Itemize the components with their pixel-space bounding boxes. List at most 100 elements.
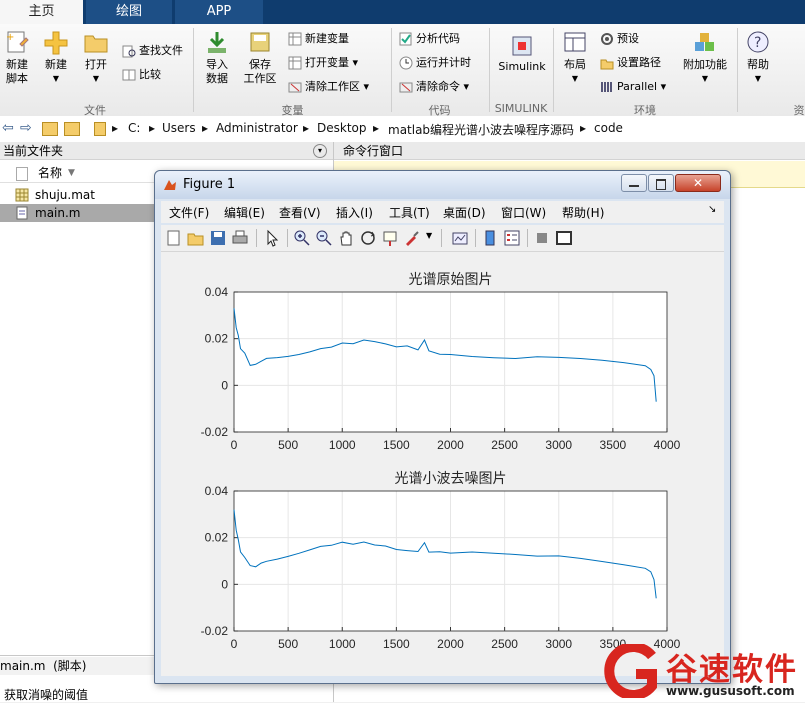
analyze-code-icon [399,32,412,46]
open-file-icon[interactable] [187,229,205,247]
y-tick-label: 0.04 [205,285,229,299]
import-data-label: 导入 数据 [206,58,228,85]
layout-button[interactable]: 布局 ▼ [559,30,591,86]
zoom-out-icon[interactable] [315,229,333,247]
pan-hand-icon[interactable] [337,229,355,247]
save-workspace-icon [250,32,270,52]
set-path-button[interactable]: 设置路径 [600,54,661,72]
menu-view[interactable]: 查看(V) [279,204,321,221]
panel-menu-icon[interactable]: ▾ [313,144,327,158]
y-tick-label: -0.02 [201,624,229,638]
compare-icon [122,69,136,81]
x-tick-label: 2500 [491,438,518,452]
pointer-icon[interactable] [263,229,281,247]
parallel-button[interactable]: Parallel ▾ [600,78,666,96]
menu-tools[interactable]: 工具(T) [389,204,430,221]
breadcrumb-item[interactable]: Desktop [317,121,367,135]
group-divider [489,28,490,112]
simulink-button[interactable]: Simulink [495,34,549,74]
file-name: main.m [35,206,81,220]
save-icon[interactable] [209,229,227,247]
chevron-down-icon[interactable]: ▼ [426,231,432,240]
rotate-3d-icon[interactable] [359,229,377,247]
x-tick-label: 1000 [329,438,356,452]
save-workspace-button[interactable]: 保存 工作区 [240,30,280,86]
compare-button[interactable]: 比较 [122,66,161,84]
save-workspace-label: 保存 工作区 [243,58,277,85]
new-script-button[interactable]: + 新建 脚本 [2,30,32,86]
watermark-text: 谷速软件 [666,652,798,688]
menu-window[interactable]: 窗口(W) [501,204,546,221]
breadcrumb-sep: ▸ [202,121,209,135]
data-cursor-icon[interactable] [381,229,399,247]
clear-workspace-button[interactable]: 清除工作区 ▾ [288,78,369,96]
open-variable-button[interactable]: 打开变量 ▾ [288,54,358,72]
find-files-button[interactable]: 查找文件 [122,42,183,60]
folder-open-icon [84,35,108,53]
clear-commands-button[interactable]: 清除命令 ▾ [399,78,469,96]
new-figure-icon[interactable] [165,229,183,247]
tab-home[interactable]: 主页 [0,0,83,24]
up-folder-icon[interactable] [42,122,58,136]
import-data-button[interactable]: 导入 数据 [200,30,234,86]
run-and-time-button[interactable]: 运行并计时 [399,54,471,72]
menu-file[interactable]: 文件(F) [169,204,209,221]
gear-icon [601,33,613,45]
watermark-url: www.gususoft.com [666,684,795,698]
colorbar-icon[interactable] [481,229,499,247]
forward-arrow-icon[interactable]: ⇨ [20,120,32,136]
help-button[interactable]: ? 帮助 ▼ [742,30,774,86]
figure-title-bar[interactable]: Figure 1 ✕ [155,171,730,199]
folder-icon [94,122,106,136]
browse-folder-icon[interactable] [64,122,80,136]
breadcrumb-item[interactable]: matlab编程光谱小波去噪程序源码 [388,121,574,138]
breadcrumb-item[interactable]: Administrator [216,121,298,135]
maximize-button[interactable] [648,174,674,192]
close-button[interactable]: ✕ [675,174,721,192]
print-icon[interactable] [231,229,249,247]
back-arrow-icon[interactable]: ⇦ [2,120,14,136]
open-variable-label: 打开变量 [305,56,349,69]
maximize-icon [656,179,666,190]
run-and-time-icon [399,56,413,70]
breadcrumb-item[interactable]: Users [162,121,196,135]
watermark-logo-icon [604,644,657,698]
brush-icon[interactable] [403,229,421,247]
tab-apps[interactable]: APP [175,0,263,24]
chevron-down-icon: ▼ [571,74,579,83]
x-tick-label: 0 [231,637,238,651]
open-button[interactable]: 打开 ▼ [80,30,112,86]
import-data-icon [208,32,226,53]
menu-edit[interactable]: 编辑(E) [224,204,265,221]
x-tick-label: 1500 [383,637,410,651]
analyze-code-button[interactable]: 分析代码 [399,30,460,48]
y-tick-label: 0.04 [205,484,229,498]
figure-toolbar: ▼ [161,225,724,252]
add-ons-icon [695,33,714,51]
hide-plot-tools-icon[interactable] [533,229,551,247]
breadcrumb-item[interactable]: C: [128,121,140,135]
new-button[interactable]: 新建 ▼ [40,30,72,86]
x-tick-label: 0 [231,438,238,452]
dock-arrow-icon[interactable]: ↘ [708,204,716,215]
preferences-button[interactable]: 预设 [600,30,639,48]
breadcrumb-item[interactable]: code [594,121,623,135]
menu-insert[interactable]: 插入(I) [336,204,373,221]
minimize-button[interactable] [621,174,647,192]
add-ons-button[interactable]: 附加功能 ▼ [680,30,730,86]
new-variable-button[interactable]: 新建变量 [288,30,349,48]
menu-help[interactable]: 帮助(H) [562,204,604,221]
menu-desktop[interactable]: 桌面(D) [443,204,486,221]
show-plot-tools-icon[interactable] [555,229,573,247]
link-plot-icon[interactable] [451,229,469,247]
panel-title: 命令行窗口 [343,144,404,158]
open-label: 打开 [85,58,107,71]
new-variable-label: 新建变量 [305,32,349,45]
panel-header: 当前文件夹 ▾ [0,142,333,160]
legend-icon[interactable] [503,229,521,247]
tab-plots[interactable]: 绘图 [86,0,172,24]
zoom-in-icon[interactable] [293,229,311,247]
file-name: shuju.mat [35,188,95,202]
x-tick-label: 3500 [600,438,627,452]
chevron-down-icon: ▼ [92,74,100,83]
